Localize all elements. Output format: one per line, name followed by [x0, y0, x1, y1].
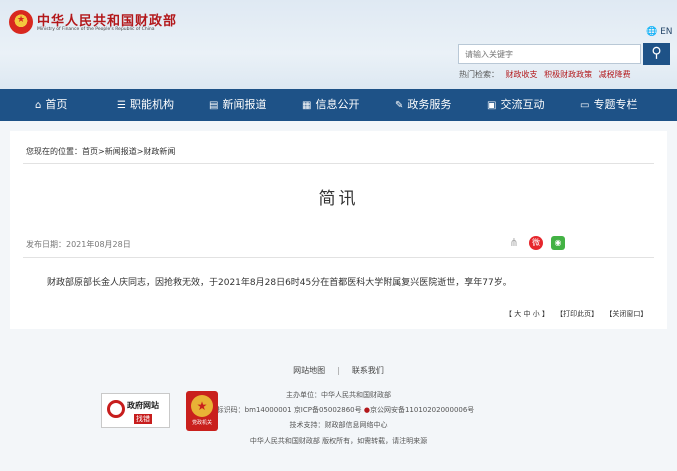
hot-search-label: 热门检索：: [459, 70, 499, 79]
search-button[interactable]: ⚲: [643, 43, 670, 65]
close-window-button[interactable]: 【关闭窗口】: [605, 310, 647, 318]
share-icon[interactable]: ⋔: [507, 236, 521, 250]
hot-search-link[interactable]: 财政收支: [506, 70, 538, 79]
org-icon: ☰: [117, 100, 126, 111]
party-emblem-icon: ★: [191, 395, 213, 417]
gov-badge-sub: 找错: [134, 414, 152, 424]
magnifier-icon: [107, 400, 125, 418]
gov-badge-title: 政府网站: [127, 401, 159, 410]
sitemap-link[interactable]: 网站地图: [293, 366, 325, 375]
weibo-share-icon[interactable]: 微: [529, 236, 543, 250]
nav-item-label: 交流互动: [500, 98, 545, 111]
nav-item-info-disclosure[interactable]: ▦ 信息公开: [302, 89, 359, 121]
search-input[interactable]: [458, 44, 641, 64]
nav-item-news[interactable]: ▤ 新闻报道: [209, 89, 266, 121]
interaction-icon: ▣: [487, 100, 497, 111]
nav-item-label: 职能机构: [129, 98, 174, 111]
footer-links: 网站地图 | 联系我们: [0, 365, 677, 376]
party-badge-label: 党政机关: [191, 420, 212, 426]
wechat-share-icon[interactable]: ◉: [551, 236, 565, 250]
home-icon: ⌂: [35, 100, 42, 111]
article-tools: 【 大 中 小 】 【打印此页】 【关闭窗口】: [505, 309, 652, 319]
language-switch[interactable]: 🌐 EN: [646, 27, 673, 37]
contact-link[interactable]: 联系我们: [352, 366, 384, 375]
main-nav: ⌂ 首页 ☰ 职能机构 ▤ 新闻报道 ▦ 信息公开 ✎ 政务服务 ▣ 交流互动 ▭ 专题专栏: [0, 89, 677, 121]
nav-item-label: 首页: [45, 98, 68, 111]
divider: [23, 163, 654, 164]
publish-date: 发布日期：2021年08月28日: [26, 240, 131, 249]
divider: [23, 257, 654, 258]
nav-item-label: 专题专栏: [593, 98, 638, 111]
service-icon: ✎: [395, 100, 404, 111]
gov-site-error-badge[interactable]: 政府网站 找错: [101, 393, 170, 428]
globe-icon: 🌐: [646, 27, 658, 37]
nav-item-interaction[interactable]: ▣ 交流互动: [487, 89, 544, 121]
footer-separator: |: [337, 366, 340, 375]
party-gov-badge[interactable]: ★ 党政机关: [186, 391, 218, 431]
footer-copyright: 中华人民共和国财政部 版权所有，如需转载，请注明来源: [249, 437, 428, 445]
nav-item-label: 政务服务: [407, 98, 452, 111]
national-emblem-icon: ★: [9, 10, 33, 34]
news-icon: ▤: [209, 100, 219, 111]
language-label: EN: [660, 27, 673, 37]
nav-item-topics[interactable]: ▭ 专题专栏: [580, 89, 637, 121]
article-panel: 您现在的位置：首页>新闻报道>财政新闻 简讯 发布日期：2021年08月28日 …: [10, 131, 667, 329]
site-logo-subtitle: Ministry of Finance of the People's Repu…: [37, 27, 155, 32]
print-button[interactable]: 【打印此页】: [556, 310, 598, 318]
nav-item-home[interactable]: ⌂ 首页: [35, 89, 67, 121]
breadcrumb[interactable]: 您现在的位置：首页>新闻报道>财政新闻: [26, 146, 175, 157]
hot-search-link[interactable]: 积极财政政策: [544, 70, 592, 79]
topic-icon: ▭: [580, 100, 590, 111]
search-icon: ⚲: [651, 45, 662, 61]
site-header: ★ 中华人民共和国财政部 Ministry of Finance of the …: [0, 0, 677, 89]
nav-item-services[interactable]: ✎ 政务服务: [395, 89, 451, 121]
hot-search: 热门检索： 财政收支 积极财政政策 减税降费: [459, 69, 635, 80]
police-record[interactable]: 京公网安备11010202000006号: [370, 406, 474, 414]
article-body: 财政部原部长金人庆同志，因抢救无效，于2021年8月28日6时45分在首都医科大…: [47, 278, 512, 288]
site-id[interactable]: 网站标识码：bm14000001 京ICP备05002860号: [203, 406, 362, 414]
article-title: 简讯: [318, 189, 359, 209]
nav-item-label: 信息公开: [315, 98, 360, 111]
info-icon: ▦: [302, 100, 312, 111]
font-size-switch[interactable]: 【 大 中 小 】: [505, 310, 549, 318]
nav-item-organization[interactable]: ☰ 职能机构: [117, 89, 174, 121]
nav-item-label: 新闻报道: [222, 98, 267, 111]
hot-search-link[interactable]: 减税降费: [599, 70, 631, 79]
